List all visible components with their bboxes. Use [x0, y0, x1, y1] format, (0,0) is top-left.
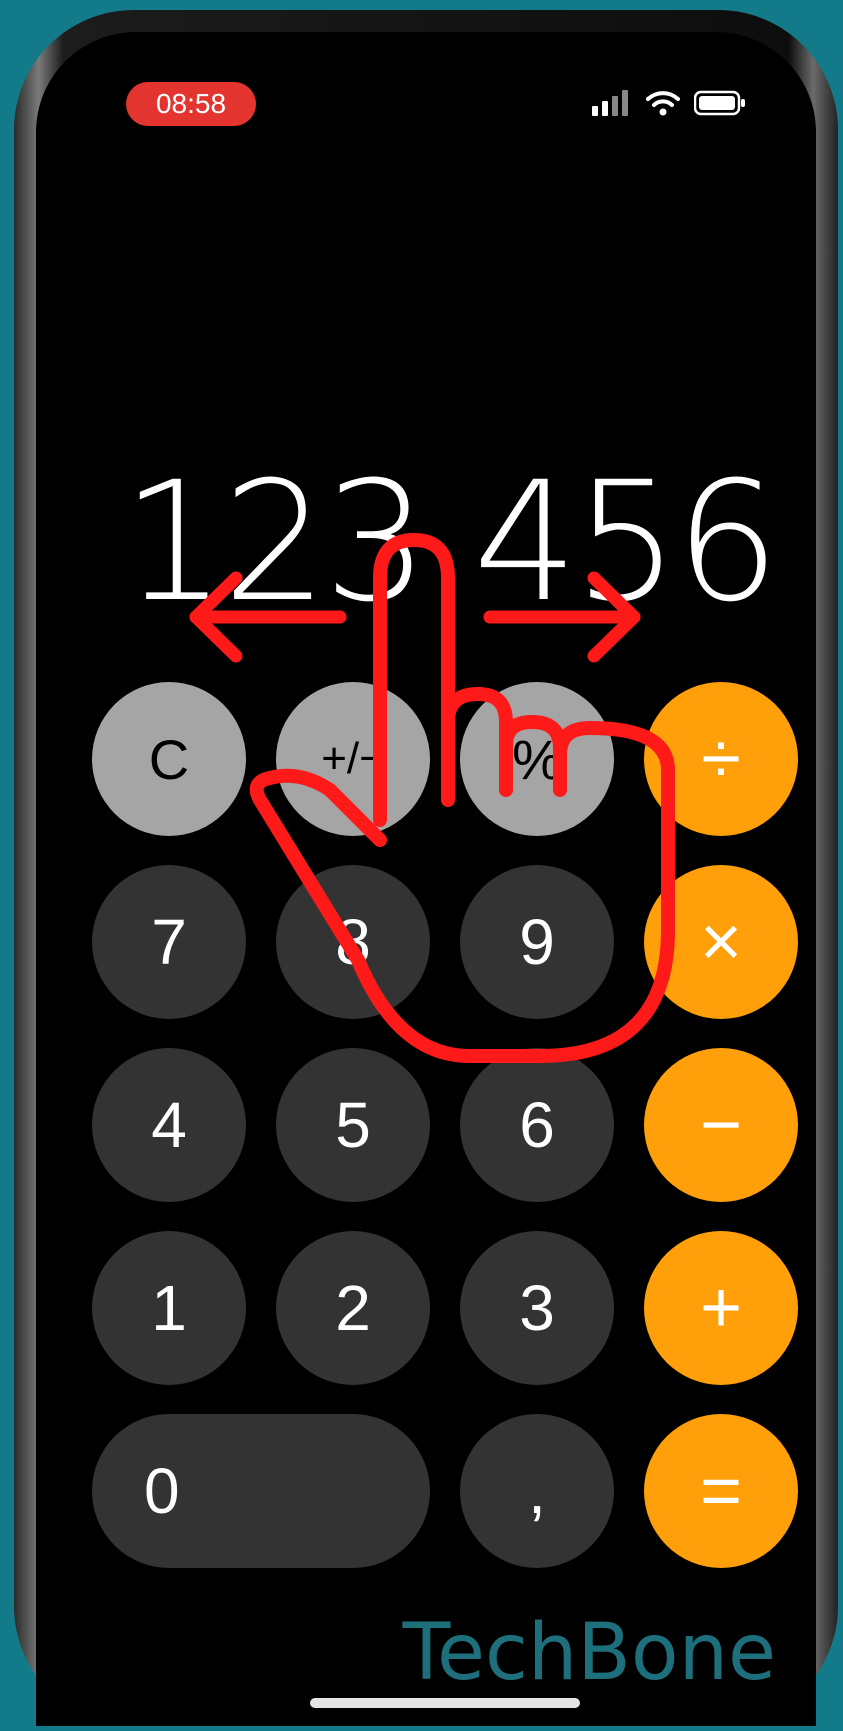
home-indicator[interactable] [310, 1698, 580, 1708]
digit-3-button[interactable]: 3 [460, 1231, 614, 1385]
divide-button[interactable]: ÷ [644, 682, 798, 836]
equals-button[interactable]: = [644, 1414, 798, 1568]
digit-1-button[interactable]: 1 [92, 1231, 246, 1385]
status-icons [592, 90, 746, 116]
digit-7-button[interactable]: 7 [92, 865, 246, 1019]
digit-8-button[interactable]: 8 [276, 865, 430, 1019]
digit-9-button[interactable]: 9 [460, 865, 614, 1019]
battery-icon [694, 90, 745, 116]
digit-2-button[interactable]: 2 [276, 1231, 430, 1385]
calculator-screen: 08:58 123.456 C +/− % ÷ 7 8 9 × 4 5 6 − … [36, 32, 816, 1726]
result-display: 123.456 [121, 446, 780, 638]
digit-6-button[interactable]: 6 [460, 1048, 614, 1202]
digit-4-button[interactable]: 4 [92, 1048, 246, 1202]
digit-5-button[interactable]: 5 [276, 1048, 430, 1202]
techbone-watermark: TechBone [402, 1608, 776, 1698]
digit-0-button[interactable]: 0 [92, 1414, 430, 1568]
minus-button[interactable]: − [644, 1048, 798, 1202]
status-time: 08:58 [126, 82, 256, 126]
decimal-button[interactable]: , [460, 1414, 614, 1568]
plus-button[interactable]: + [644, 1231, 798, 1385]
signal-icon [592, 90, 628, 116]
wifi-icon [646, 91, 680, 116]
percent-button[interactable]: % [460, 682, 614, 836]
multiply-button[interactable]: × [644, 865, 798, 1019]
plus-minus-button[interactable]: +/− [276, 682, 430, 836]
phone-frame: 08:58 123.456 C +/− % ÷ 7 8 9 × 4 5 6 − … [14, 10, 838, 1726]
clear-button[interactable]: C [92, 682, 246, 836]
